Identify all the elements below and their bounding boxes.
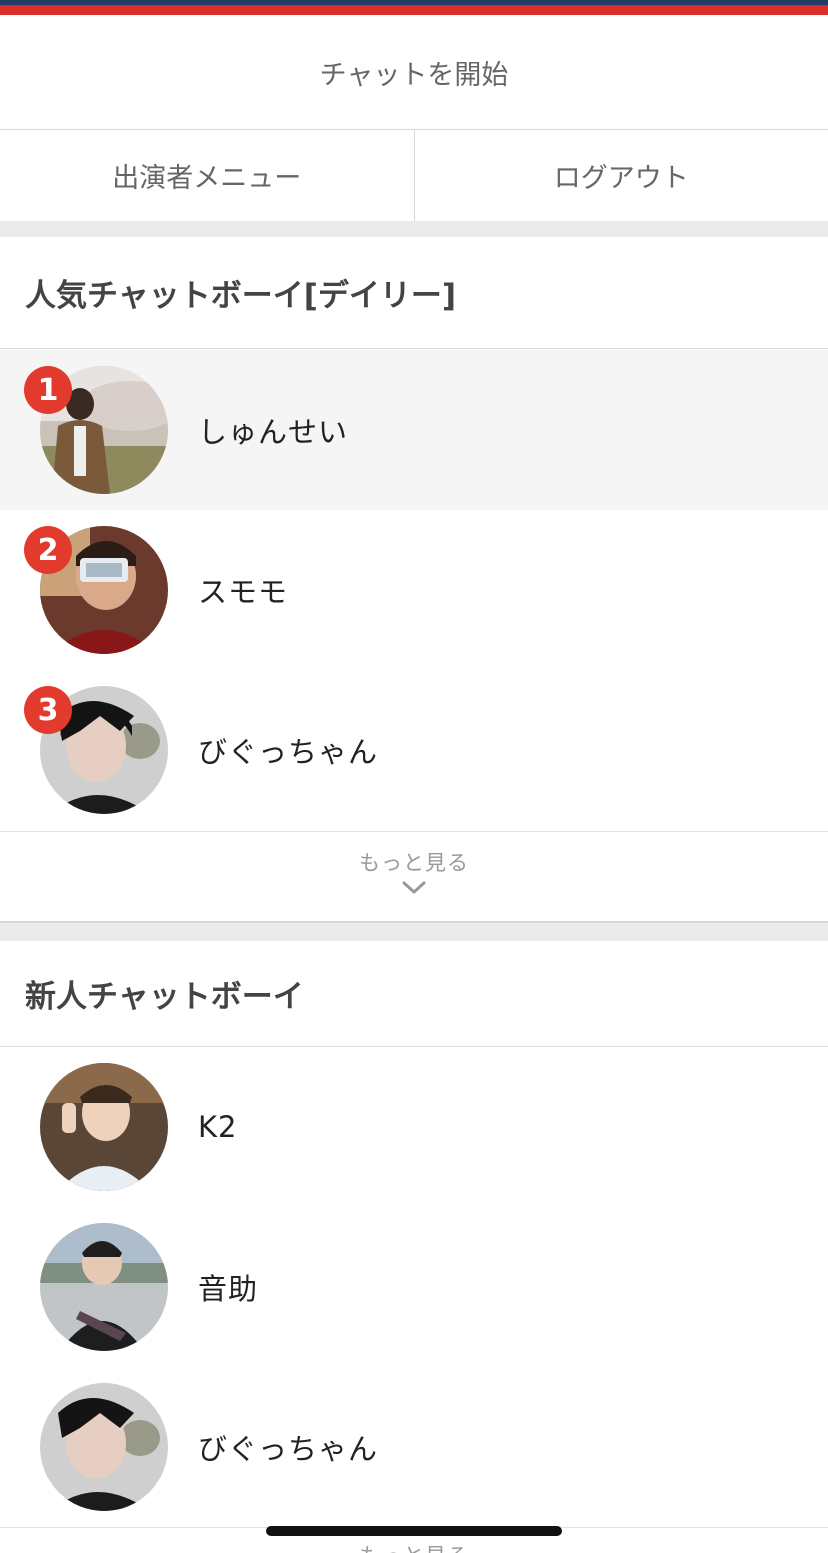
home-indicator[interactable] xyxy=(266,1526,562,1536)
avatar xyxy=(40,1063,168,1191)
newcomer-list-item-1[interactable]: K2 xyxy=(0,1047,828,1207)
avatar xyxy=(40,1383,168,1511)
performer-name: びぐっちゃん xyxy=(198,1432,379,1466)
performer-name: スモモ xyxy=(198,575,289,609)
popular-more-button[interactable]: もっと見る xyxy=(0,831,828,921)
more-label: もっと見る xyxy=(359,851,469,875)
performer-name: しゅんせい xyxy=(198,415,349,449)
section-divider xyxy=(0,221,828,237)
performer-menu-button[interactable]: 出演者メニュー xyxy=(0,130,415,221)
performer-name: K2 xyxy=(198,1110,238,1144)
popular-list-item-1[interactable]: 1 しゅんせい xyxy=(0,350,828,510)
performer-name: びぐっちゃん xyxy=(198,735,379,769)
newcomer-list-item-2[interactable]: 音助 xyxy=(0,1207,828,1367)
account-menu-row: 出演者メニュー ログアウト xyxy=(0,130,828,221)
rank-badge: 2 xyxy=(24,526,72,574)
section-divider xyxy=(0,921,828,941)
newcomer-list-item-3[interactable]: びぐっちゃん xyxy=(0,1367,828,1527)
popular-list-item-2[interactable]: 2 スモモ xyxy=(0,510,828,670)
rank-badge: 1 xyxy=(24,366,72,414)
rank-badge: 3 xyxy=(24,686,72,734)
popular-list-item-3[interactable]: 3 びぐっちゃん xyxy=(0,670,828,830)
performer-name: 音助 xyxy=(198,1272,259,1306)
start-chat-button[interactable]: チャットを開始 xyxy=(0,15,828,130)
popular-section-title: 人気チャットボーイ[デイリー] xyxy=(0,237,828,349)
top-accent-stripe xyxy=(0,0,828,15)
newcomer-section-title: 新人チャットボーイ xyxy=(0,941,828,1047)
chevron-down-icon xyxy=(402,881,426,894)
logout-button[interactable]: ログアウト xyxy=(415,130,828,221)
avatar xyxy=(40,1223,168,1351)
